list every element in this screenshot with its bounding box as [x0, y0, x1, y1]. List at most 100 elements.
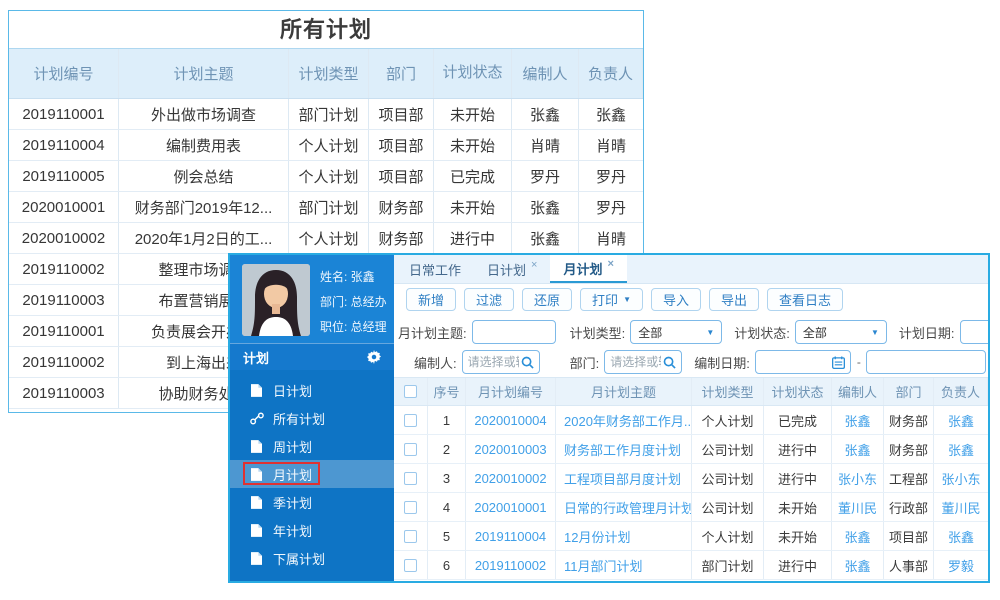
column-header: 编制人	[832, 378, 884, 405]
plan-date-filter-input[interactable]	[965, 325, 988, 339]
owner-link[interactable]: 张鑫	[934, 435, 988, 463]
sidebar-item[interactable]: 年计划	[230, 516, 394, 544]
created-date-filter-label: 编制日期:	[694, 355, 750, 371]
department-cell: 财务部	[369, 223, 434, 253]
plan-id-link[interactable]: 2019110002	[466, 551, 556, 579]
toolbar-button[interactable]: 还原	[522, 288, 573, 311]
creator-link[interactable]: 张鑫	[832, 522, 884, 550]
toolbar-button[interactable]: 查看日志	[767, 288, 844, 311]
owner-link[interactable]: 董川民	[934, 493, 988, 521]
row-checkbox[interactable]	[404, 442, 417, 456]
row-checkbox[interactable]	[404, 558, 417, 572]
table-header-row: 计划编号 计划主题 计划类型 部门 计划状态 编制人 负责人	[9, 49, 643, 99]
subject-filter-input[interactable]	[477, 325, 550, 339]
close-icon[interactable]: ×	[607, 258, 613, 270]
sidebar-item[interactable]: 所有计划	[230, 404, 394, 432]
plan-id-link[interactable]: 2019110004	[466, 522, 556, 550]
subject-filter-field	[471, 320, 556, 344]
sidebar: 姓名: 张鑫 部门: 总经办 职位: 总经理 计划 日计划 所有计划 周计划 月…	[230, 255, 394, 581]
creator-link[interactable]: 张鑫	[832, 435, 884, 463]
dept-filter-label: 部门:	[569, 355, 600, 371]
department-cell: 财务部	[884, 406, 934, 434]
plan-id-cell: 2019110003	[9, 285, 119, 315]
toolbar-button-label: 查看日志	[779, 293, 832, 308]
plan-id-link[interactable]: 2020010001	[466, 493, 556, 521]
profile-position: 职位: 总经理	[320, 320, 387, 334]
table-row: 3 2020010002 工程项目部月度计划 公司计划 进行中 张小东 工程部 …	[394, 464, 988, 493]
toolbar-button[interactable]: 新增	[406, 288, 457, 311]
gear-icon[interactable]	[367, 350, 381, 364]
owner-link[interactable]: 张鑫	[934, 522, 988, 550]
plan-subject-link[interactable]: 12月份计划	[556, 522, 692, 550]
table-row: 1 2020010004 2020年财务部工作月... 个人计划 已完成 张鑫 …	[394, 406, 988, 435]
row-checkbox[interactable]	[404, 413, 417, 427]
plan-subject-link[interactable]: 11月部门计划	[556, 551, 692, 579]
plan-id-link[interactable]: 2020010002	[466, 464, 556, 492]
calendar-icon[interactable]	[831, 355, 845, 369]
link-icon	[249, 412, 264, 425]
column-header: 月计划编号	[466, 378, 556, 405]
plan-status-cell: 未开始	[764, 493, 832, 521]
table-row: 2 2020010003 财务部工作月度计划 公司计划 进行中 张鑫 财务部 张…	[394, 435, 988, 464]
search-icon[interactable]	[521, 356, 534, 369]
toolbar-button[interactable]: 过滤	[464, 288, 515, 311]
row-select-cell	[394, 551, 428, 579]
type-filter-select[interactable]: 全部 ▼	[630, 320, 723, 344]
search-icon[interactable]	[663, 356, 676, 369]
row-index: 1	[428, 406, 466, 434]
sidebar-item[interactable]: 日计划	[230, 376, 394, 404]
owner-link[interactable]: 罗毅	[934, 551, 988, 579]
table-row: 6 2019110002 11月部门计划 部门计划 进行中 张鑫 人事部 罗毅	[394, 551, 988, 580]
creator-filter-input[interactable]	[467, 355, 519, 369]
plan-id-link[interactable]: 2020010003	[466, 435, 556, 463]
plan-subject-link[interactable]: 工程项目部月度计划	[556, 464, 692, 492]
creator-link[interactable]: 张小东	[832, 464, 884, 492]
tab-label: 日常工作	[409, 262, 462, 278]
toolbar-button[interactable]: 导出	[709, 288, 760, 311]
toolbar-button[interactable]: 打印 ▼	[580, 288, 643, 311]
select-all-checkbox[interactable]	[404, 385, 417, 398]
plan-id-link[interactable]: 2020010004	[466, 406, 556, 434]
sidebar-section-header: 计划	[230, 343, 394, 370]
plan-subject-link[interactable]: 日常的行政管理月计划	[556, 493, 692, 521]
department-cell: 财务部	[884, 435, 934, 463]
sidebar-item[interactable]: 月计划	[230, 460, 394, 488]
owner-link[interactable]: 张鑫	[934, 406, 988, 434]
created-date-to-input[interactable]	[871, 355, 980, 369]
table-row: 4 2020010001 日常的行政管理月计划 公司计划 未开始 董川民 行政部…	[394, 493, 988, 522]
creator-link[interactable]: 董川民	[832, 493, 884, 521]
toolbar-button-label: 导出	[721, 293, 748, 308]
row-checkbox[interactable]	[404, 500, 417, 514]
tab[interactable]: 月计划 ×	[550, 255, 627, 283]
tab[interactable]: 日计划 ×	[474, 255, 550, 283]
row-checkbox[interactable]	[404, 471, 417, 485]
creator-link[interactable]: 张鑫	[832, 406, 884, 434]
creator-link[interactable]: 张鑫	[832, 551, 884, 579]
sidebar-item[interactable]: 下属计划	[230, 544, 394, 572]
toolbar-button-label: 新增	[418, 293, 445, 308]
profile-photo	[242, 264, 310, 336]
plan-id-cell: 2019110001	[9, 99, 119, 129]
created-date-from-input[interactable]	[760, 355, 830, 369]
plan-subject-link[interactable]: 财务部工作月度计划	[556, 435, 692, 463]
main-content: 日常工作 日计划 × 月计划 × 新增 过滤 还原 打印 ▼ 导入 导出 查看日…	[394, 255, 988, 581]
tab[interactable]: 日常工作	[396, 255, 474, 283]
department-cell: 人事部	[884, 551, 934, 579]
table-row: 2020010001 财务部门2019年12... 部门计划 财务部 未开始 张…	[9, 192, 643, 223]
dept-filter-input[interactable]	[610, 355, 662, 369]
chevron-down-icon: ▼	[870, 327, 879, 337]
row-checkbox[interactable]	[404, 529, 417, 543]
toolbar-button[interactable]: 导入	[650, 288, 701, 311]
sidebar-item[interactable]: 周计划	[230, 432, 394, 460]
file-icon	[249, 495, 264, 509]
toolbar-button-label: 打印	[592, 293, 619, 308]
plan-id-cell: 2019110002	[9, 347, 119, 377]
owner-link[interactable]: 张小东	[934, 464, 988, 492]
sidebar-item-label: 日计划	[273, 383, 313, 399]
file-icon	[249, 439, 264, 453]
column-header: 计划编号	[9, 49, 119, 98]
status-filter-select[interactable]: 全部 ▼	[794, 320, 887, 344]
plan-subject-link[interactable]: 2020年财务部工作月...	[556, 406, 692, 434]
sidebar-item[interactable]: 季计划	[230, 488, 394, 516]
close-icon[interactable]: ×	[531, 259, 537, 271]
